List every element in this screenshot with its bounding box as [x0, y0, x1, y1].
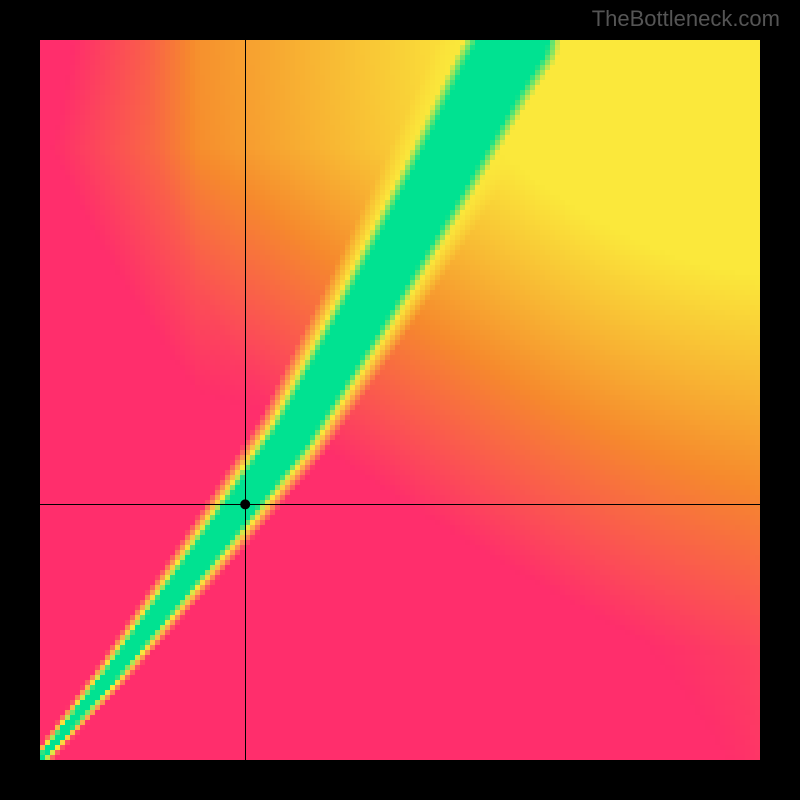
crosshair-horizontal — [40, 504, 760, 505]
chart-outer-border — [0, 0, 800, 800]
crosshair-vertical — [245, 40, 246, 760]
watermark-text: TheBottleneck.com — [592, 6, 780, 32]
bottleneck-heatmap — [40, 40, 760, 760]
